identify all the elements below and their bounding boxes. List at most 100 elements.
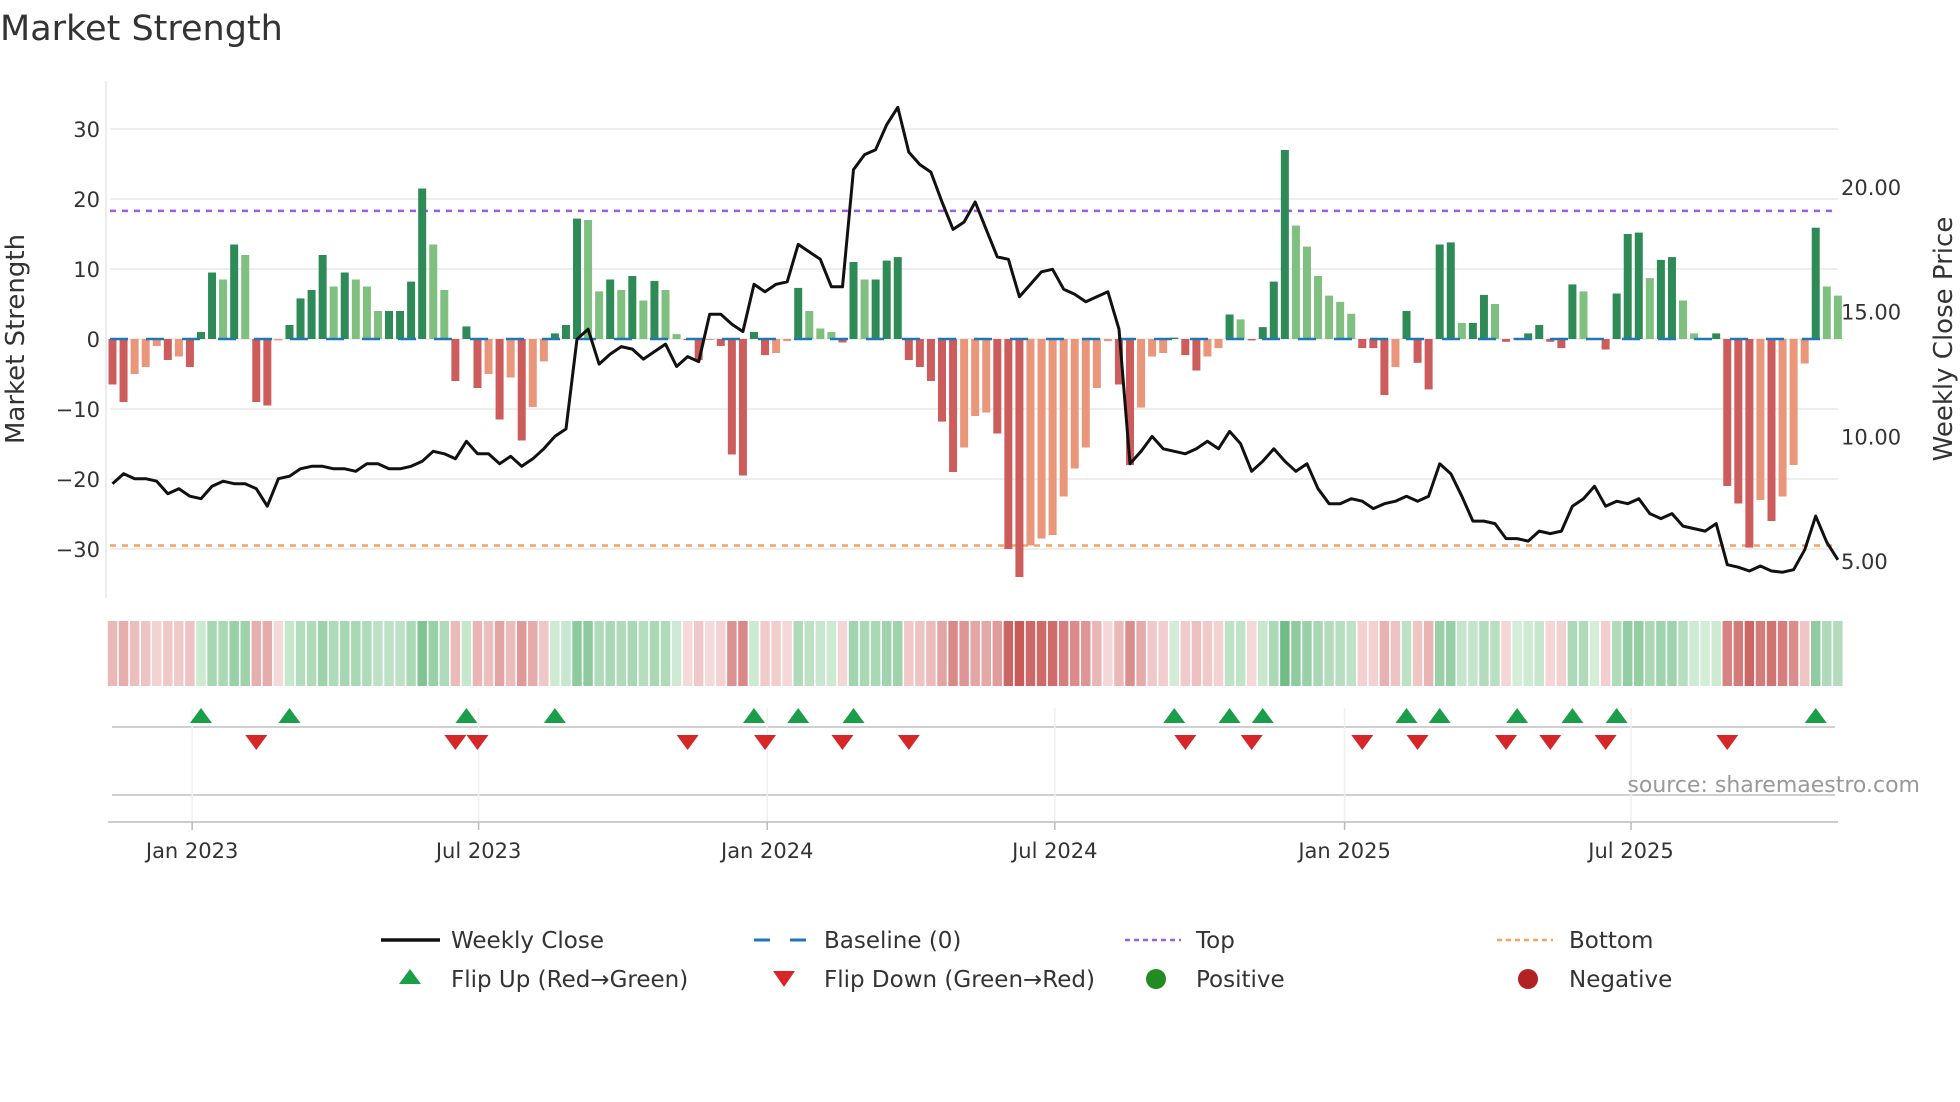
market-strength-chart: Market Strength Market Strength Weekly C…	[0, 9, 1959, 993]
heatmap-cell	[306, 621, 317, 686]
heatmap-cell	[1390, 621, 1401, 686]
strength-bar	[1756, 339, 1765, 500]
heatmap-cell	[893, 621, 903, 686]
heatmap-cell	[152, 621, 162, 686]
heatmap-cell	[859, 621, 870, 686]
strength-bar	[661, 290, 670, 339]
strength-bar	[628, 276, 637, 339]
heatmap-cell	[760, 621, 770, 686]
heatmap-cell	[616, 621, 626, 686]
heatmap-cell	[196, 621, 206, 686]
strength-bar	[606, 279, 615, 339]
flip-up-marker	[1506, 708, 1529, 723]
heatmap-cell	[505, 621, 516, 686]
heatmap-cell	[1656, 621, 1666, 686]
strength-bar	[860, 279, 869, 339]
heatmap-cell	[516, 621, 527, 686]
strength-bar	[528, 339, 537, 407]
heatmap-cell	[1235, 621, 1246, 686]
strength-bar	[1468, 322, 1477, 339]
strength-bar	[1656, 259, 1665, 339]
y-tick-label: −20	[56, 468, 100, 492]
strength-bar	[617, 290, 626, 339]
strength-bar	[1159, 339, 1168, 353]
heatmap-cell	[1047, 621, 1058, 686]
flip-down-marker	[1716, 735, 1739, 750]
flip-up-marker	[1561, 708, 1584, 723]
heatmap-cell	[1545, 621, 1556, 686]
strength-bar	[451, 339, 460, 381]
strength-bar	[1004, 339, 1013, 549]
x-axis: Jan 2023 Jul 2023 Jan 2024 Jul 2024 Jan 2025…	[108, 821, 1838, 863]
strength-bar	[462, 326, 471, 339]
heatmap-cell	[1788, 621, 1799, 686]
strength-bar	[329, 286, 338, 339]
strength-bar	[1535, 325, 1544, 339]
strength-bar	[1479, 294, 1488, 339]
heatmap-cell	[1379, 621, 1390, 686]
heatmap-cell	[1799, 621, 1810, 686]
strength-bar	[318, 255, 327, 339]
flip-up-marker	[842, 708, 865, 723]
heatmap-cell	[1622, 621, 1633, 686]
strength-bar	[285, 325, 294, 339]
strength-bar	[794, 287, 803, 339]
heatmap-cell	[1324, 621, 1334, 686]
strength-bar	[1579, 291, 1588, 339]
heatmap-cell	[262, 621, 273, 686]
heatmap-cell	[1501, 621, 1511, 686]
strength-bar	[274, 339, 283, 341]
strength-bar	[1745, 339, 1754, 548]
heatmap-cell	[937, 621, 947, 686]
legend-label: Bottom	[1569, 928, 1653, 954]
flip-up-marker	[189, 708, 212, 723]
strength-bar	[1070, 339, 1079, 469]
chart-title: Market Strength	[0, 9, 283, 49]
strength-bar	[595, 291, 604, 339]
strength-bar	[749, 332, 758, 339]
heatmap-cell	[605, 621, 615, 686]
strength-bar	[1247, 339, 1256, 341]
strength-bar	[1502, 339, 1511, 342]
heatmap-cell	[450, 621, 461, 686]
strength-bar	[1778, 339, 1787, 497]
heatmap-cell	[1534, 621, 1544, 686]
flip-down-marker	[1495, 735, 1518, 750]
heatmap-cell	[1202, 621, 1213, 686]
strength-bar	[938, 339, 946, 422]
heatmap-cell	[1346, 621, 1356, 686]
flip-down-marker	[754, 735, 777, 750]
heatmap-cell	[1103, 621, 1113, 686]
strength-bar	[871, 279, 880, 339]
heatmap-cell	[406, 621, 416, 686]
strength-bar	[1800, 339, 1809, 364]
heatmap-cell	[328, 621, 339, 686]
heatmap-cell	[881, 621, 892, 686]
flip-down-marker	[444, 735, 467, 750]
strength-bar	[1811, 227, 1820, 339]
strength-bar	[772, 339, 781, 353]
x-tick-label: Jan 2025	[1296, 839, 1391, 863]
heatmap-cell	[1302, 621, 1312, 686]
flip-down-marker	[1174, 735, 1197, 750]
heatmap-cell	[848, 621, 859, 686]
heatmap-cell	[1125, 621, 1135, 686]
strength-bar	[1557, 339, 1566, 349]
strength-bar	[440, 290, 449, 339]
strength-bars	[108, 150, 1842, 577]
strength-bar	[904, 339, 913, 360]
heatmap-cell	[693, 621, 704, 686]
heatmap-cell	[1567, 621, 1578, 686]
strength-bar	[185, 339, 194, 367]
heatmap-cell	[682, 621, 693, 686]
heatmap-cell	[384, 621, 394, 686]
heatmap-cell	[1114, 621, 1124, 686]
heatmap-cell	[1811, 621, 1821, 686]
strength-bar	[761, 339, 770, 356]
strength-bar	[1280, 150, 1289, 339]
strength-bar	[1037, 339, 1046, 539]
heatmap-cell	[417, 621, 427, 686]
strength-bar	[982, 339, 991, 413]
legend-triangle-down-icon	[773, 971, 795, 987]
flip-up-marker	[787, 708, 810, 723]
